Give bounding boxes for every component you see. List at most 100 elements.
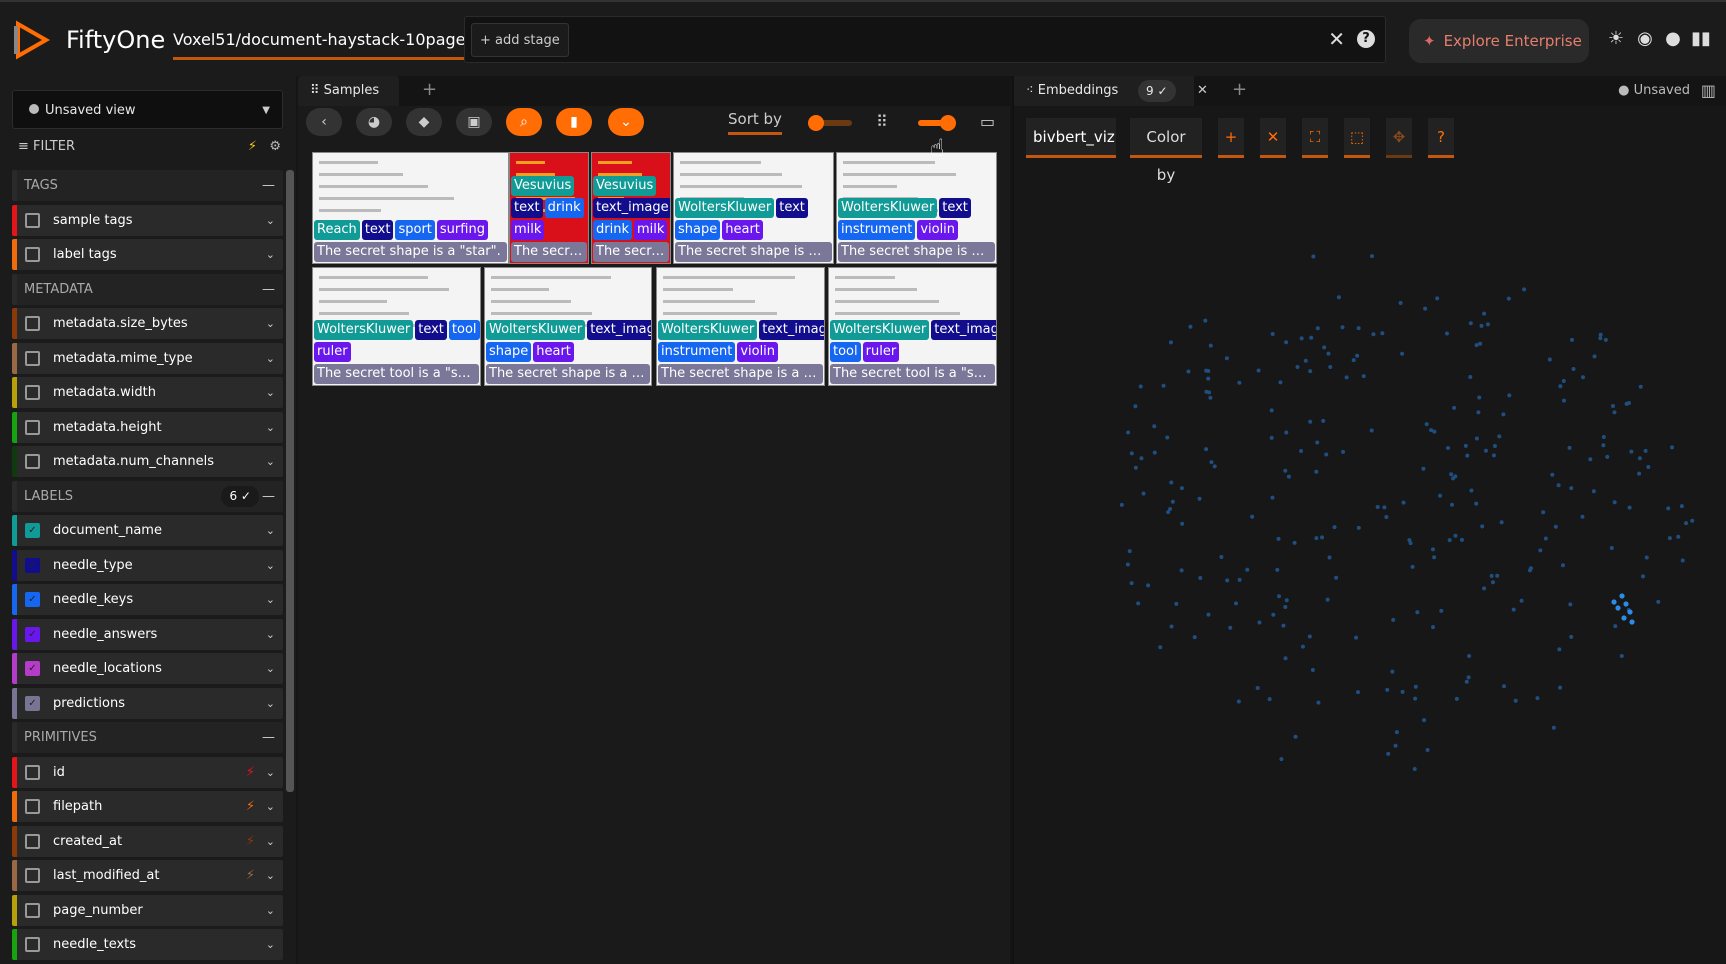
embedding-point[interactable] [1356,525,1361,530]
embedding-point[interactable] [1307,634,1312,639]
embedding-point[interactable] [1676,534,1681,539]
embedding-point[interactable] [1138,384,1143,389]
field-row[interactable]: needle_texts ⌄ [12,929,283,960]
selected-embedding-point[interactable] [1615,605,1621,611]
embedding-point[interactable] [1327,555,1332,560]
field-row[interactable]: created_at ⚡ ⌄ [12,825,283,857]
embedding-point[interactable] [1558,685,1563,690]
fit-view-icon[interactable]: ⛶ [1302,118,1328,158]
saved-view-selector[interactable]: Unsaved view ▼ [12,90,283,129]
embedding-point[interactable] [1186,369,1191,374]
field-checkbox[interactable] [25,247,40,262]
field-checkbox[interactable] [25,902,40,918]
chevron-down-icon[interactable]: ⌄ [266,377,275,408]
embedding-point[interactable] [1179,486,1184,491]
embedding-point[interactable] [1314,536,1319,541]
chevron-down-icon[interactable]: ⌄ [266,584,275,615]
field-row[interactable]: ✓ needle_type ⌄ [12,549,283,581]
embedding-point[interactable] [1454,696,1459,701]
embedding-point[interactable] [1386,751,1391,756]
sidebar-scrollbar[interactable] [286,170,294,792]
embedding-point[interactable] [1284,340,1289,345]
embedding-point[interactable] [1479,323,1484,328]
embedding-point[interactable] [1393,743,1398,748]
embedding-point[interactable] [1401,500,1406,505]
embedding-point[interactable] [1497,434,1502,439]
embedding-point[interactable] [1453,474,1458,479]
embedding-point[interactable] [1206,369,1211,374]
embedding-point[interactable] [1547,357,1552,362]
field-row[interactable]: metadata.height ⌄ [12,411,283,443]
embedding-point[interactable] [1326,351,1331,356]
embedding-point[interactable] [1641,574,1646,579]
embedding-point[interactable] [1490,580,1495,585]
embedding-point[interactable] [1197,496,1202,501]
embedding-point[interactable] [1324,452,1329,457]
embedding-point[interactable] [1311,254,1316,259]
embedding-point[interactable] [1192,635,1197,640]
embedding-point[interactable] [1179,568,1184,573]
field-checkbox[interactable] [25,799,40,814]
embedding-point[interactable] [1643,448,1648,453]
embedding-point[interactable] [1410,564,1415,569]
embedding-point[interactable] [1255,686,1260,691]
embedding-point[interactable] [1431,625,1436,630]
slider-knob[interactable] [940,115,956,131]
field-checkbox[interactable]: ✓ [25,626,40,642]
embedding-point[interactable] [1334,575,1339,580]
embedding-point[interactable] [1679,504,1684,509]
embedding-point[interactable] [1224,356,1229,361]
embedding-point[interactable] [1180,521,1185,526]
embedding-point[interactable] [1468,321,1473,326]
sidebar-section-primitives[interactable]: PRIMITIVES — [12,722,283,753]
github-icon[interactable]: ● [1662,28,1684,50]
embedding-point[interactable] [1308,369,1313,374]
embedding-point[interactable] [1284,430,1289,435]
field-checkbox[interactable]: ✓ [25,661,40,676]
embedding-point[interactable] [1444,331,1449,336]
chevron-down-icon[interactable]: ⌄ [266,446,275,477]
selected-embedding-point[interactable] [1627,609,1633,615]
embedding-point[interactable] [1598,332,1603,337]
embedding-point[interactable] [1271,612,1276,617]
embedding-point[interactable] [1219,554,1224,559]
embedding-point[interactable] [1174,601,1179,606]
field-row[interactable]: ✓ needle_locations ⌄ [12,653,283,684]
embedding-point[interactable] [1485,322,1490,327]
embedding-point[interactable] [1667,536,1672,541]
collapse-icon[interactable]: — [262,481,275,512]
save-view-button[interactable]: ▮ [556,108,592,136]
embedding-point[interactable] [1125,562,1130,567]
embedding-point[interactable] [1380,331,1385,336]
view-bar[interactable]: + add stage ✕ ? [464,16,1386,63]
embedding-point[interactable] [1637,456,1642,461]
embedding-point[interactable] [1119,502,1124,507]
chevron-down-icon[interactable]: ⌄ [266,343,275,374]
embedding-point[interactable] [1507,393,1512,398]
field-row[interactable]: metadata.width ⌄ [12,377,283,408]
plus-icon[interactable]: + [1218,118,1244,158]
embedding-point[interactable] [1467,653,1472,658]
explore-enterprise-button[interactable]: ✦ Explore Enterprise [1409,19,1589,63]
embedding-point[interactable] [1588,457,1593,462]
sample-tile[interactable]: Vesuvius text drink milk The secret... [509,152,589,264]
embedding-point[interactable] [1638,384,1643,389]
selected-embedding-point[interactable] [1621,615,1627,621]
similarity-search-button[interactable]: ⌕ [506,108,542,136]
embedding-point[interactable] [1269,435,1274,440]
embedding-point[interactable] [1550,472,1555,477]
add-panel-icon[interactable]: + [422,79,437,100]
embedding-point[interactable] [1482,586,1487,591]
embedding-point[interactable] [1478,341,1483,346]
collapse-icon[interactable]: — [262,170,275,201]
field-checkbox[interactable] [25,833,40,849]
embedding-point[interactable] [1267,697,1272,702]
embedding-point[interactable] [1571,366,1576,371]
field-row[interactable]: ✓ document_name ⌄ [12,515,283,546]
embedding-point[interactable] [1283,468,1288,473]
embedding-point[interactable] [1519,598,1524,603]
embedding-point[interactable] [1208,343,1213,348]
chevron-down-icon[interactable]: ⌄ [266,895,275,926]
embedding-point[interactable] [1656,599,1661,604]
embedding-point[interactable] [1361,374,1366,379]
